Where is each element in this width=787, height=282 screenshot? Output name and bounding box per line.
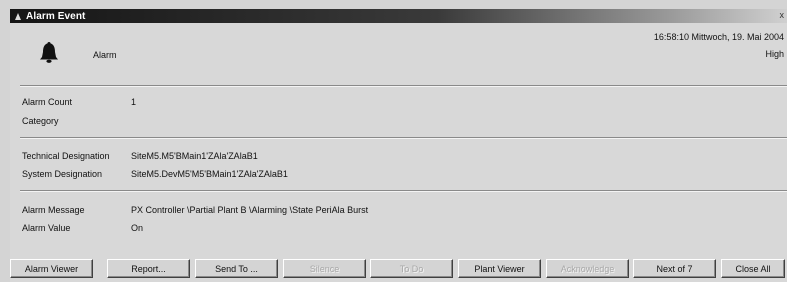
alarm-type-label: Alarm [93,50,117,60]
category-label: Category [22,116,59,126]
title-bar[interactable]: Alarm Event x [10,9,787,23]
window-icon [14,12,22,21]
alarm-count-label: Alarm Count [22,97,73,107]
system-designation-label: System Designation [22,169,103,179]
divider [20,85,787,87]
plant-viewer-button[interactable]: Plant Viewer [458,259,541,278]
window-title: Alarm Event [26,10,86,22]
technical-designation-value: SiteM5.M5'BMain1'ZAla'ZAlaB1 [131,151,258,161]
alarm-priority: High [765,49,784,59]
alarm-value-label: Alarm Value [22,223,71,233]
system-designation-value: SiteM5.DevM5'M5'BMain1'ZAla'ZAlaB1 [131,169,288,179]
alarm-count-value: 1 [131,97,137,107]
next-alarm-button[interactable]: Next of 7 [633,259,716,278]
alarm-value-value: On [131,223,144,233]
close-all-button[interactable]: Close All [721,259,785,278]
send-to-button[interactable]: Send To ... [195,259,278,278]
technical-designation-label: Technical Designation [22,151,110,161]
alarm-viewer-button[interactable]: Alarm Viewer [10,259,93,278]
close-icon[interactable]: x [780,10,785,20]
alarm-timestamp: 16:58:10 Mittwoch, 19. Mai 2004 [653,32,784,42]
report-button[interactable]: Report... [107,259,190,278]
silence-button[interactable]: Silence [283,259,366,278]
alarm-message-value: PX Controller \Partial Plant B \Alarming… [131,205,369,215]
acknowledge-button[interactable]: Acknowledge [546,259,629,278]
bell-icon [37,40,61,64]
alarm-message-label: Alarm Message [22,205,85,215]
alarm-event-panel: Alarm 16:58:10 Mittwoch, 19. Mai 2004 Hi… [10,23,787,282]
divider [20,190,787,192]
divider [20,137,787,139]
to-do-button[interactable]: To Do [370,259,453,278]
